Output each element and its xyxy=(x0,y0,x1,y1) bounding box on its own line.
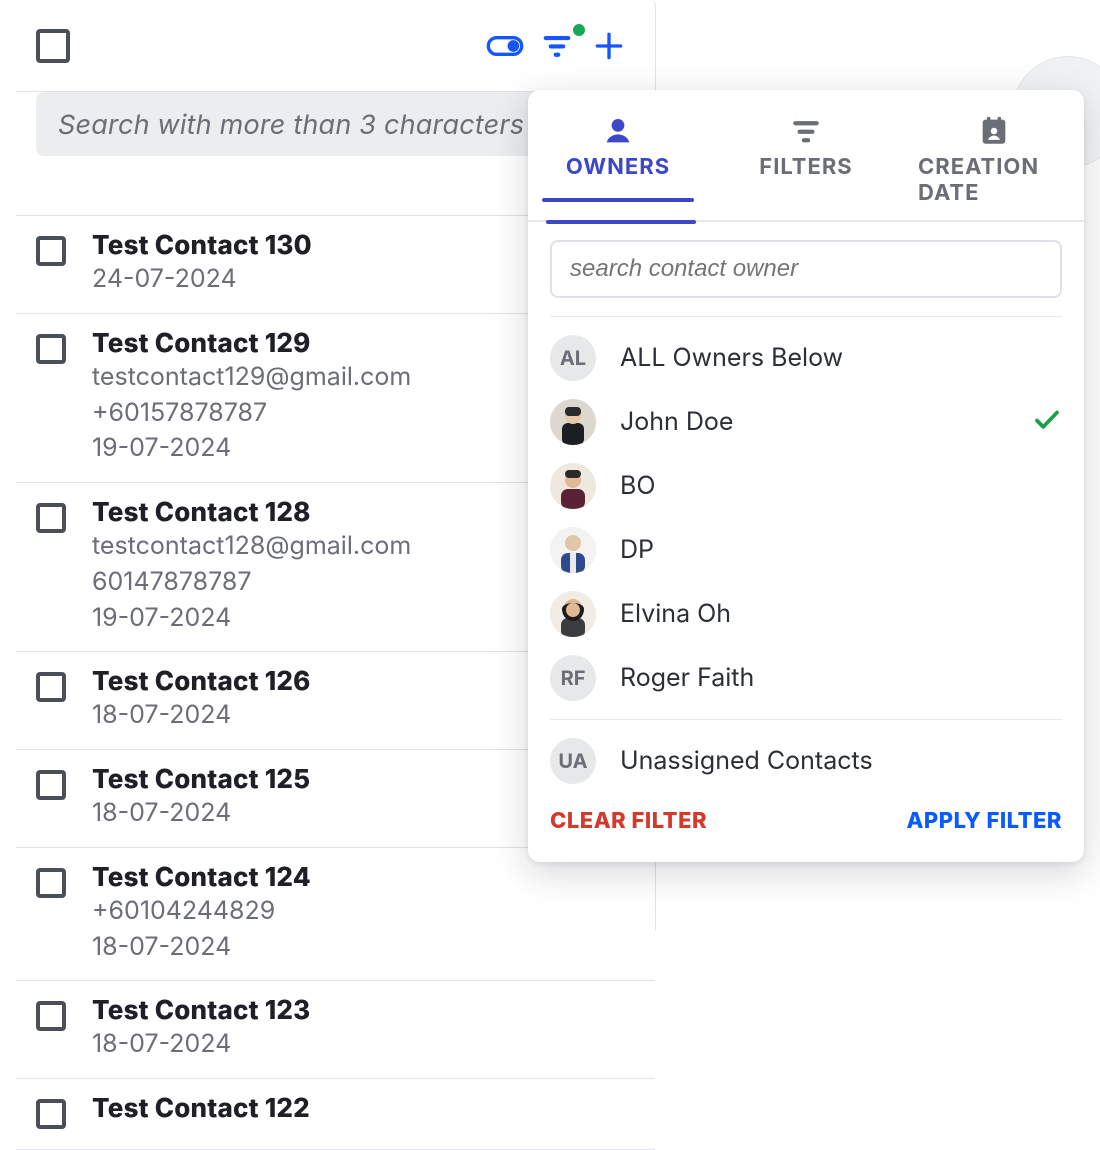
avatar-initials: RF xyxy=(561,666,586,690)
select-all-checkbox[interactable] xyxy=(36,29,70,63)
tab-filters-label: FILTERS xyxy=(759,154,852,180)
row-checkbox[interactable] xyxy=(36,672,66,702)
clear-filter-button[interactable]: CLEAR FILTER xyxy=(550,808,707,834)
calendar-contact-icon xyxy=(977,114,1011,148)
row-checkbox[interactable] xyxy=(36,868,66,898)
avatar xyxy=(550,463,596,509)
owner-item[interactable]: BO xyxy=(550,463,1062,509)
owner-name: Unassigned Contacts xyxy=(620,746,873,776)
filter-actions: CLEAR FILTER APPLY FILTER xyxy=(528,784,1084,844)
owner-item[interactable]: AL ALL Owners Below xyxy=(550,335,1062,381)
tab-filters[interactable]: FILTERS xyxy=(724,104,888,220)
owner-name: ALL Owners Below xyxy=(620,343,843,373)
plus-icon xyxy=(589,26,629,66)
contact-phone: +60104244829 xyxy=(92,895,635,929)
owner-item-unassigned[interactable]: UA Unassigned Contacts xyxy=(550,738,1062,784)
filter-icon xyxy=(537,26,577,66)
contact-name: Test Contact 122 xyxy=(92,1093,635,1124)
row-checkbox[interactable] xyxy=(36,770,66,800)
divider xyxy=(550,719,1062,720)
owner-name: BO xyxy=(620,471,655,501)
owner-search-input[interactable] xyxy=(550,240,1062,298)
row-checkbox[interactable] xyxy=(36,503,66,533)
owner-name: Elvina Oh xyxy=(620,599,731,629)
list-item[interactable]: Test Contact 124+6010424482918-07-2024 xyxy=(16,848,655,982)
row-checkbox[interactable] xyxy=(36,236,66,266)
row-checkbox[interactable] xyxy=(36,334,66,364)
add-button[interactable] xyxy=(583,20,635,72)
owner-name: John Doe xyxy=(620,407,733,437)
owner-name: DP xyxy=(620,535,654,565)
contact-name: Test Contact 124 xyxy=(92,862,635,893)
avatar: UA xyxy=(550,738,596,784)
tab-creation-date[interactable]: CREATION DATE xyxy=(912,104,1076,220)
toolbar xyxy=(16,0,655,92)
owner-item[interactable]: John Doe xyxy=(550,399,1062,445)
row-checkbox[interactable] xyxy=(36,1001,66,1031)
avatar xyxy=(550,591,596,637)
divider xyxy=(550,316,1062,317)
contact-date: 18-07-2024 xyxy=(92,931,635,965)
toggle-button[interactable] xyxy=(479,20,531,72)
tab-owners[interactable]: OWNERS xyxy=(536,104,700,220)
owner-item[interactable]: DP xyxy=(550,527,1062,573)
person-icon xyxy=(601,114,635,148)
apply-filter-button[interactable]: APPLY FILTER xyxy=(906,808,1062,834)
tab-creation-date-label: CREATION DATE xyxy=(918,154,1070,206)
check-icon xyxy=(1032,405,1062,439)
owner-item[interactable]: RF Roger Faith xyxy=(550,655,1062,701)
avatar: AL xyxy=(550,335,596,381)
owner-name: Roger Faith xyxy=(620,663,754,693)
contact-name: Test Contact 123 xyxy=(92,995,635,1026)
filter-tabs: OWNERS FILTERS CREATION DATE xyxy=(528,100,1084,222)
search-placeholder: Search with more than 3 characters xyxy=(58,108,524,141)
filter-panel: OWNERS FILTERS CREATION DATE AL ALL Owner… xyxy=(528,90,1084,862)
filter-button[interactable] xyxy=(531,20,583,72)
contact-date: 18-07-2024 xyxy=(92,1028,635,1062)
tab-owners-label: OWNERS xyxy=(566,154,670,180)
filter-icon xyxy=(789,114,823,148)
avatar-initials: UA xyxy=(558,749,587,773)
owner-list: AL ALL Owners Below John Doe BO DP Elvina Oh R… xyxy=(550,335,1062,701)
toggle-icon xyxy=(485,26,525,66)
active-tab-underline xyxy=(546,220,696,224)
avatar-initials: AL xyxy=(560,346,586,370)
list-item[interactable]: Test Contact 122 xyxy=(16,1079,655,1150)
owner-item[interactable]: Elvina Oh xyxy=(550,591,1062,637)
avatar xyxy=(550,399,596,445)
avatar: RF xyxy=(550,655,596,701)
avatar xyxy=(550,527,596,573)
row-checkbox[interactable] xyxy=(36,1099,66,1129)
list-item[interactable]: Test Contact 12318-07-2024 xyxy=(16,981,655,1079)
